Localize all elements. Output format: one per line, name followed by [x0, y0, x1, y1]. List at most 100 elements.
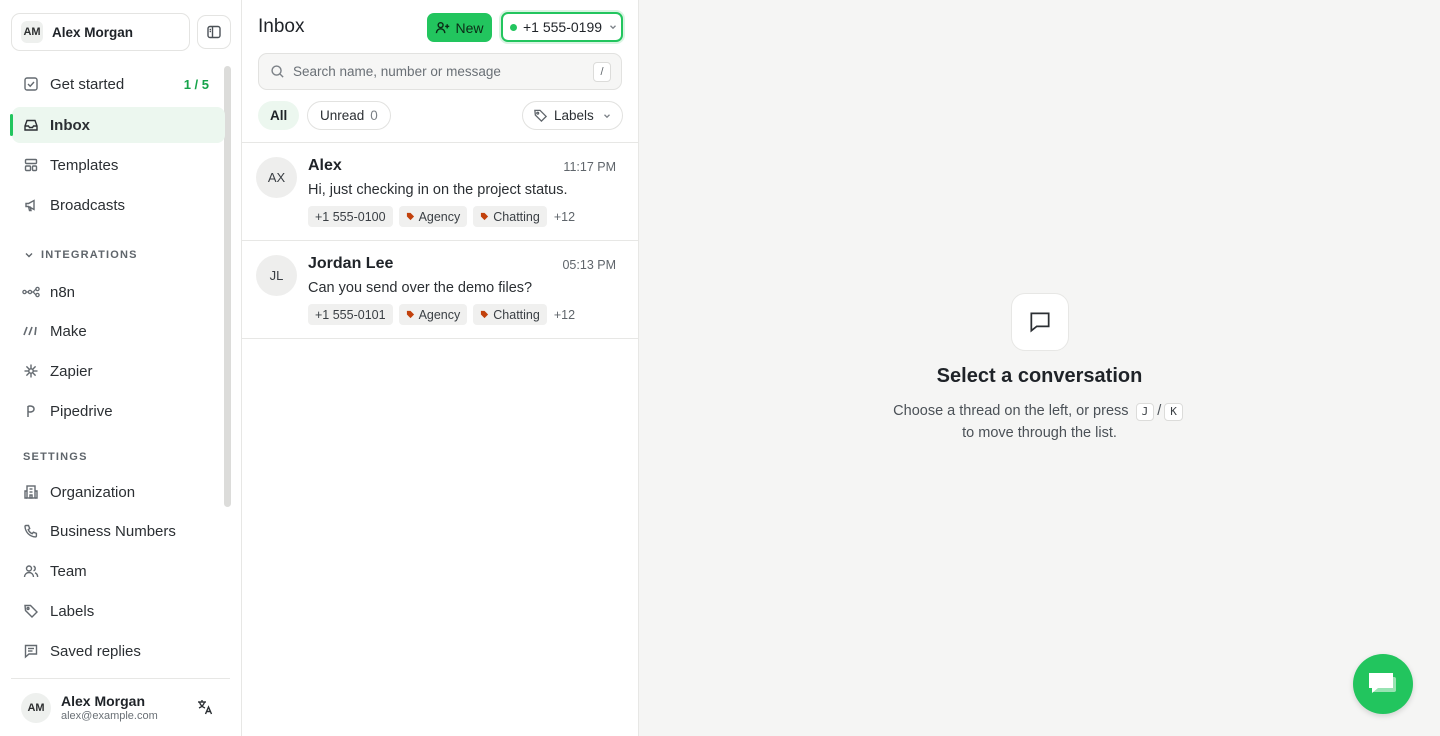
filter-unread-label: Unread — [320, 108, 365, 123]
search-icon — [271, 65, 284, 78]
user-meta: Alex Morgan alex@example.com — [61, 693, 158, 722]
tag-icon — [480, 212, 489, 221]
search-box: / — [258, 53, 622, 90]
labels-filter-dropdown[interactable]: Labels — [522, 101, 623, 130]
shortcut-key-j: J — [1135, 403, 1155, 421]
tag-icon — [533, 108, 548, 123]
nav-item-saved-replies[interactable]: Saved replies — [12, 633, 225, 669]
contact-name: Jordan Lee — [308, 255, 394, 272]
nav-item-zapier[interactable]: Zapier — [12, 353, 225, 389]
unread-count: 0 — [370, 108, 378, 123]
empty-state-icon — [1011, 293, 1069, 351]
nav-item-broadcasts[interactable]: Broadcasts — [12, 187, 225, 223]
nav-label: Inbox — [50, 116, 90, 134]
conversation-row[interactable]: AX Alex 11:17 PM Hi, just checking in on… — [242, 143, 638, 241]
contact-avatar: AX — [256, 157, 297, 198]
message-preview: Hi, just checking in on the project stat… — [308, 182, 568, 198]
conversation-tags: +1 555-0101 Agency Chatting +12 — [308, 304, 575, 325]
contact-name: Alex — [308, 157, 342, 174]
search-input[interactable] — [293, 64, 583, 79]
nav-item-pipedrive[interactable]: Pipedrive — [12, 393, 225, 429]
status-dot — [510, 23, 517, 31]
pipedrive-icon — [22, 402, 40, 420]
nav-item-labels[interactable]: Labels — [12, 593, 225, 629]
checkbox-icon — [22, 75, 40, 93]
contact-avatar: JL — [256, 255, 297, 296]
new-conversation-button[interactable]: New — [427, 13, 492, 42]
nav-label: Business Numbers — [50, 522, 176, 540]
message-square-icon — [22, 642, 40, 660]
nav-item-team[interactable]: Team — [12, 553, 225, 589]
sidebar-panel-icon — [207, 25, 221, 39]
business-number-select[interactable]: +1 555-0199 — [501, 12, 623, 42]
user-name: Alex Morgan — [61, 693, 146, 709]
make-icon — [22, 322, 40, 340]
sidebar-scrollbar[interactable] — [224, 66, 231, 507]
label-badge: Chatting — [473, 304, 547, 325]
label-badge: Agency — [398, 206, 468, 227]
message-square-icon — [1030, 312, 1050, 333]
page-title: Inbox — [258, 16, 305, 37]
support-chat-button[interactable] — [1353, 654, 1413, 714]
search-shortcut-hint: / — [593, 62, 611, 82]
n8n-icon — [22, 283, 40, 301]
inbox-icon — [22, 116, 40, 134]
empty-state-title: Select a conversation — [936, 365, 1143, 387]
nav-item-business-numbers[interactable]: Business Numbers — [12, 513, 225, 549]
filter-unread[interactable]: Unread 0 — [307, 101, 391, 130]
zapier-icon — [22, 362, 40, 380]
user-plus-icon — [435, 20, 450, 35]
template-icon — [22, 156, 40, 174]
user-avatar: AM — [21, 692, 51, 723]
megaphone-icon — [22, 196, 40, 214]
tag-icon — [480, 310, 489, 319]
chevron-down-icon — [602, 111, 612, 121]
selected-number: +1 555-0199 — [523, 19, 603, 35]
nav-label: Organization — [50, 483, 136, 501]
more-labels-count: +12 — [553, 307, 576, 322]
integrations-heading: INTEGRATIONS — [41, 249, 138, 261]
sidebar: AM Alex Morgan Get started 1 / 5 Inbox T… — [0, 0, 242, 736]
nav-label: Get started — [50, 75, 125, 93]
language-button[interactable] — [194, 696, 216, 718]
shortcut-key-k: K — [1164, 403, 1183, 421]
nav-label: Broadcasts — [50, 196, 126, 214]
nav-item-organization[interactable]: Organization — [12, 474, 225, 510]
message-preview: Can you send over the demo files? — [308, 280, 533, 296]
nav-label: n8n — [50, 283, 76, 301]
conversation-row[interactable]: JL Jordan Lee 05:13 PM Can you send over… — [242, 241, 638, 339]
conversation-list-pane: Inbox New +1 555-0199 / All Unread 0 Lab… — [242, 0, 639, 736]
chat-bubble-icon — [1369, 673, 1396, 693]
integrations-section-toggle[interactable]: INTEGRATIONS — [23, 249, 138, 261]
nav-item-inbox[interactable]: Inbox — [10, 107, 225, 143]
conversation-tags: +1 555-0100 Agency Chatting +12 — [308, 206, 575, 227]
settings-heading: SETTINGS — [23, 451, 88, 463]
nav-label: Zapier — [50, 362, 93, 380]
filter-all[interactable]: All — [258, 101, 300, 130]
nav-label: Team — [50, 562, 87, 580]
nav-label: Make — [50, 322, 87, 340]
workspace-avatar: AM — [21, 21, 43, 43]
label-badge: Agency — [398, 304, 468, 325]
collapse-sidebar-button[interactable] — [197, 15, 231, 49]
building-icon — [22, 483, 40, 501]
tag-icon — [22, 602, 40, 620]
nav-item-templates[interactable]: Templates — [12, 147, 225, 183]
users-icon — [22, 562, 40, 580]
phone-icon — [22, 522, 40, 540]
more-labels-count: +12 — [553, 209, 576, 224]
labels-filter-label: Labels — [554, 108, 594, 123]
phone-number-badge: +1 555-0100 — [308, 206, 393, 227]
empty-state-description: Choose a thread on the left, or press J /… — [639, 400, 1440, 444]
nav-item-make[interactable]: Make — [12, 313, 225, 349]
nav-item-n8n[interactable]: n8n — [12, 274, 225, 310]
user-profile[interactable]: AM Alex Morgan alex@example.com — [11, 678, 230, 736]
chevron-down-icon — [25, 253, 33, 258]
phone-number-badge: +1 555-0101 — [308, 304, 393, 325]
workspace-name: Alex Morgan — [52, 24, 134, 40]
workspace-switcher[interactable]: AM Alex Morgan — [11, 13, 190, 51]
message-time: 05:13 PM — [562, 258, 616, 272]
nav-label: Templates — [50, 156, 119, 174]
translate-icon — [198, 700, 213, 715]
nav-item-get-started[interactable]: Get started 1 / 5 — [12, 66, 225, 102]
